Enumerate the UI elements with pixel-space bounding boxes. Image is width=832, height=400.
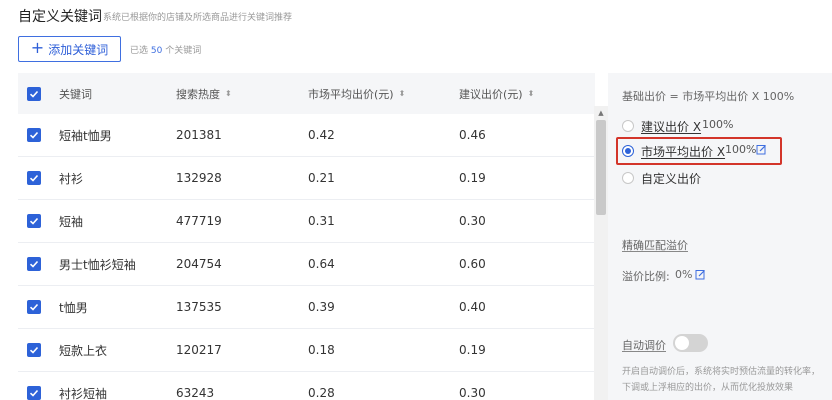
auto-adjust-description: 开启自动调价后，系统将实时预估流量的转化率，下调或上浮相应的出价，从而优化投放效… <box>622 367 821 393</box>
row-checkbox[interactable] <box>27 257 41 271</box>
heat-cell: 204754 <box>176 257 222 271</box>
column-header-keyword: 关键词 <box>59 87 92 101</box>
table-header: 关键词 搜索热度 ⬍ 市场平均出价(元) ⬍ 建议出价(元) ⬍ <box>18 73 595 114</box>
avg-bid-cell: 0.21 <box>308 171 335 185</box>
heat-cell: 137535 <box>176 300 222 314</box>
radio-market-avg-bid[interactable] <box>622 145 634 157</box>
check-icon <box>29 389 39 397</box>
keyword-cell: 衬衫短袖 <box>59 386 108 400</box>
keyword-cell: 短款上衣 <box>59 343 108 358</box>
avg-bid-cell: 0.18 <box>308 343 335 357</box>
avg-bid-cell: 0.42 <box>308 128 335 142</box>
heat-cell: 120217 <box>176 343 222 357</box>
table-row: 衬衫短袖 63243 0.28 0.30 <box>18 372 595 400</box>
table-row: t恤男 137535 0.39 0.40 <box>18 286 595 329</box>
avg-bid-cell: 0.64 <box>308 257 335 271</box>
selected-count: 已选 50 个关键词 <box>130 46 202 56</box>
row-checkbox[interactable] <box>27 343 41 357</box>
suggested-bid-cell: 0.30 <box>459 214 486 228</box>
table-row: 短袖 477719 0.31 0.30 <box>18 200 595 243</box>
table-row: 衬衫 132928 0.21 0.19 <box>18 157 595 200</box>
column-header-avg-bid[interactable]: 市场平均出价(元) ⬍ <box>308 73 405 114</box>
auto-adjust-toggle[interactable] <box>673 334 708 352</box>
column-header-suggested-bid[interactable]: 建议出价(元) ⬍ <box>459 73 534 114</box>
edit-icon[interactable] <box>695 269 706 280</box>
plus-icon: + <box>30 38 45 57</box>
keyword-cell: 短袖 <box>59 214 84 229</box>
check-icon <box>29 346 39 354</box>
sort-icon[interactable]: ⬍ <box>399 89 406 98</box>
keyword-cell: 衬衫 <box>59 171 84 186</box>
row-checkbox[interactable] <box>27 171 41 185</box>
table-row: 短袖t恤男 201381 0.42 0.46 <box>18 114 595 157</box>
auto-adjust-label: 自动调价 <box>622 339 666 352</box>
row-checkbox[interactable] <box>27 300 41 314</box>
add-keyword-label: 添加关键词 <box>48 42 109 57</box>
add-keyword-button[interactable]: + 添加关键词 <box>18 36 121 62</box>
heat-cell: 201381 <box>176 128 222 142</box>
suggested-bid-cell: 0.19 <box>459 343 486 357</box>
heat-cell: 63243 <box>176 386 215 400</box>
suggested-bid-cell: 0.40 <box>459 300 486 314</box>
scroll-thumb[interactable] <box>596 120 606 215</box>
avg-bid-cell: 0.31 <box>308 214 335 228</box>
page-subtitle: 系统已根据你的店铺及所选商品进行关键词推荐 <box>103 13 293 23</box>
option-custom-bid-label[interactable]: 自定义出价 <box>641 170 701 187</box>
scroll-up-arrow-icon[interactable]: ▲ <box>594 106 608 120</box>
premium-ratio-value: 0% <box>675 268 693 281</box>
keyword-table: 关键词 搜索热度 ⬍ 市场平均出价(元) ⬍ 建议出价(元) ⬍ 短袖t恤男 2013… <box>18 73 595 400</box>
keyword-cell: 短袖t恤男 <box>59 128 112 143</box>
sort-icon[interactable]: ⬍ <box>225 89 232 98</box>
radio-custom-bid[interactable] <box>622 172 634 184</box>
heat-cell: 477719 <box>176 214 222 228</box>
avg-bid-cell: 0.39 <box>308 300 335 314</box>
exact-match-premium-link[interactable]: 精确匹配溢价 <box>622 237 688 253</box>
check-icon <box>29 131 39 139</box>
suggested-bid-cell: 0.60 <box>459 257 486 271</box>
premium-ratio-label: 溢价比例: <box>622 270 670 283</box>
table-row: 短款上衣 120217 0.18 0.19 <box>18 329 595 372</box>
option-market-avg-bid-value: 100% <box>725 143 757 156</box>
column-header-heat[interactable]: 搜索热度 ⬍ <box>176 73 232 114</box>
heat-cell: 132928 <box>176 171 222 185</box>
select-all-checkbox[interactable] <box>27 86 41 101</box>
bid-formula: 基础出价 = 市场平均出价 X 100% <box>622 90 795 103</box>
check-icon <box>29 90 39 98</box>
option-market-avg-bid-label[interactable]: 市场平均出价 X <box>641 143 725 160</box>
suggested-bid-cell: 0.19 <box>459 171 486 185</box>
table-row: 男士t恤衫短袖 204754 0.64 0.60 <box>18 243 595 286</box>
row-checkbox[interactable] <box>27 386 41 400</box>
check-icon <box>29 174 39 182</box>
row-checkbox[interactable] <box>27 214 41 228</box>
option-suggested-bid-label[interactable]: 建议出价 X <box>641 118 701 135</box>
avg-bid-cell: 0.28 <box>308 386 335 400</box>
sort-icon[interactable]: ⬍ <box>528 89 535 98</box>
check-icon <box>29 303 39 311</box>
edit-icon[interactable] <box>756 144 767 155</box>
suggested-bid-cell: 0.30 <box>459 386 486 400</box>
check-icon <box>29 217 39 225</box>
table-scrollbar[interactable]: ▲ <box>594 106 608 400</box>
check-icon <box>29 260 39 268</box>
keyword-cell: t恤男 <box>59 300 88 315</box>
option-suggested-bid-value: 100% <box>702 118 734 131</box>
row-checkbox[interactable] <box>27 128 41 142</box>
page-title: 自定义关键词 <box>18 9 102 25</box>
suggested-bid-cell: 0.46 <box>459 128 486 142</box>
radio-suggested-bid[interactable] <box>622 120 634 132</box>
keyword-cell: 男士t恤衫短袖 <box>59 257 136 272</box>
